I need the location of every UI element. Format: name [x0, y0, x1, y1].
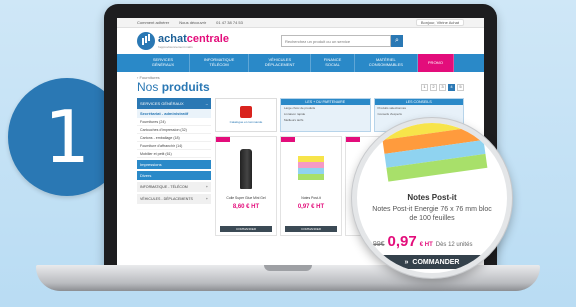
zoom-product-description: Notes Post-it Energie 76 x 76 mm bloc de… [372, 206, 492, 222]
search-icon[interactable]: ⌕ [390, 35, 403, 47]
laptop-notch [264, 265, 312, 271]
site-header: achatcentrale l'approvisionnement malin … [117, 28, 484, 54]
postit-image [378, 123, 488, 182]
logo-tagline: l'approvisionnement malin [158, 44, 193, 49]
nav-services-generaux[interactable]: SERVICES GÉNÉRAUX [137, 54, 190, 72]
page-5[interactable]: 5 [457, 83, 464, 91]
sidebar-head[interactable]: SERVICES GÉNÉRAUX – [137, 98, 211, 109]
old-price: 1,99€ [367, 241, 385, 248]
search-input[interactable]: Recherchez un produit ou un service [280, 35, 391, 47]
product-image [291, 145, 331, 193]
page-4[interactable]: 4 [448, 83, 455, 91]
sidebar-item[interactable]: Fournitures (24) [137, 118, 211, 126]
nav-materiel[interactable]: MATÉRIEL CONSOMMABLES [355, 54, 418, 72]
topbar-link-decouvrir[interactable]: Nous découvrir [179, 20, 206, 25]
partner-banner[interactable]: Catalogue et commande [215, 98, 277, 132]
topbar-link-adherer[interactable]: Comment adhérer [137, 20, 169, 25]
promo-ribbon [216, 137, 230, 142]
double-chevron-right-icon: » [404, 258, 409, 266]
pagination: 1 2 3 4 5 [421, 83, 464, 91]
partner-logo [240, 106, 252, 118]
nav-promo[interactable]: PROMO [417, 54, 455, 72]
site-logo[interactable]: achatcentrale l'approvisionnement malin [137, 32, 229, 50]
page-2[interactable]: 2 [430, 83, 437, 91]
account-button[interactable]: Bonjour, Vitrine Achat [415, 19, 464, 26]
order-button[interactable]: COMMANDER [285, 226, 337, 232]
breadcrumb[interactable]: › Fournitures [117, 72, 484, 80]
sidebar-section[interactable]: Impressions [137, 160, 211, 169]
product-card[interactable]: Colle Super Glue Mini Gel 8,60 € HT COMM… [215, 136, 277, 236]
step-number: 1 [44, 95, 90, 179]
page-1[interactable]: 1 [421, 83, 428, 91]
main-nav: SERVICES GÉNÉRAUX INFORMATIQUE TÉLÉCOM V… [117, 54, 484, 72]
category-sidebar: SERVICES GÉNÉRAUX – Secrétariat - adminis… [137, 98, 211, 236]
price-unit: € HT [419, 242, 433, 248]
logo-wordmark: achatcentrale [158, 32, 229, 45]
sidebar-group[interactable]: VÉHICULES - DÉPLACEMENTS + [137, 194, 211, 204]
min-quantity: Dès 12 unités [435, 242, 473, 248]
top-bar: Comment adhérer Nous découvrir 01 47 38 … [117, 18, 484, 28]
page-3[interactable]: 3 [439, 83, 446, 91]
collapse-icon: – [205, 101, 208, 106]
nav-vehicules[interactable]: VÉHICULES DÉPLACEMENT [249, 54, 312, 72]
order-button[interactable]: COMMANDER [220, 226, 272, 232]
product-card[interactable]: Notes Post-it 0,97 € HT COMMANDER [280, 136, 342, 236]
sidebar-sub[interactable]: Secrétariat - administratif [137, 109, 211, 118]
nav-informatique[interactable]: INFORMATIQUE TÉLÉCOM [190, 54, 250, 72]
advantages-banner: LES + DU PARTENAIRE Large choix de produ… [280, 98, 371, 132]
zoom-product-title: Notes Post-it [407, 193, 457, 202]
promo-ribbon [281, 137, 295, 142]
search-bar: Recherchez un produit ou un service ⌕ [280, 35, 403, 47]
sidebar-group[interactable]: INFORMATIQUE - TÉLÉCOM + [137, 182, 211, 192]
zoom-price-row: 1,99€ 0,97 € HT Dès 12 unités [367, 233, 503, 250]
sidebar-section[interactable]: Divers [137, 171, 211, 180]
sidebar-item[interactable]: Mobilier et petit (61) [137, 150, 211, 158]
sidebar-item[interactable]: Cartouches d'impression (32) [137, 126, 211, 134]
sidebar-item[interactable]: Cartons - emballage (18) [137, 134, 211, 142]
nav-finance[interactable]: FINANCE SOCIAL [311, 54, 355, 72]
topbar-phone: 01 47 38 74 53 [216, 20, 243, 25]
zoom-order-button[interactable]: » COMMANDER [357, 255, 507, 269]
page-title: Nos produits 1 2 3 4 5 [117, 80, 484, 94]
new-price: 0,97 [387, 233, 417, 250]
sidebar-item[interactable]: Fourniture d'affranchir (14) [137, 142, 211, 150]
logo-chart-icon [137, 32, 155, 50]
product-image [226, 145, 266, 193]
magnifier-zoom: Notes Post-it Notes Post-it Energie 76 x… [352, 118, 512, 278]
promo-ribbon [346, 137, 360, 142]
